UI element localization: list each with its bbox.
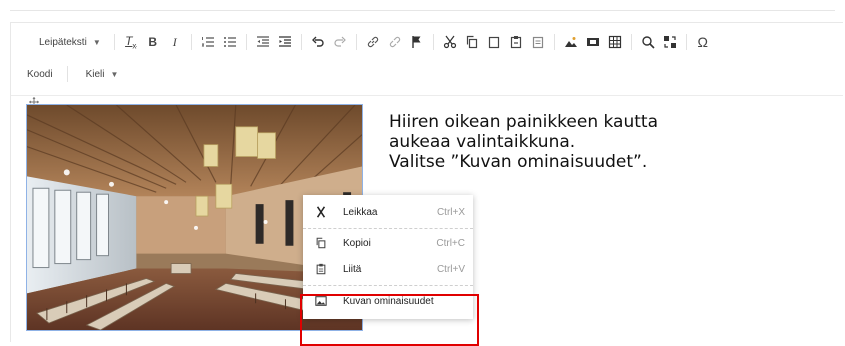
paste-icon bbox=[488, 36, 499, 49]
link-icon bbox=[367, 36, 378, 48]
clear-format-icon: Tx bbox=[125, 33, 137, 51]
insert-table-button[interactable] bbox=[604, 31, 626, 53]
menu-item-shortcut: Ctrl+V bbox=[436, 263, 465, 275]
unlink-button[interactable] bbox=[384, 31, 406, 53]
toolbar-row-1: Leipäteksti ▼ Tx B I Ω bbox=[31, 31, 714, 53]
language-dropdown[interactable]: Kieli ▼ bbox=[78, 69, 127, 80]
italic-button[interactable]: I bbox=[164, 31, 186, 53]
chevron-down-icon: ▼ bbox=[92, 37, 101, 47]
menu-item-shortcut: Ctrl+X bbox=[436, 206, 465, 218]
copy-icon bbox=[466, 35, 477, 49]
table-icon bbox=[608, 35, 621, 49]
toolbar-separator bbox=[66, 66, 68, 82]
menu-item-label: Liitä bbox=[343, 263, 362, 275]
outdent-button[interactable] bbox=[252, 31, 274, 53]
chevron-down-icon: ▼ bbox=[110, 69, 119, 79]
outdent-icon bbox=[256, 36, 269, 47]
clear-format-button[interactable]: Tx bbox=[120, 31, 142, 53]
paste-from-word-button[interactable] bbox=[527, 31, 549, 53]
search-button[interactable] bbox=[637, 31, 659, 53]
special-character-button[interactable]: Ω bbox=[692, 31, 714, 53]
replace-button[interactable] bbox=[659, 31, 681, 53]
numbered-list-button[interactable] bbox=[197, 31, 219, 53]
scissors-icon bbox=[313, 206, 329, 218]
code-label: Koodi bbox=[27, 68, 53, 80]
undo-button[interactable] bbox=[307, 31, 329, 53]
menu-divider bbox=[303, 285, 473, 287]
bold-icon: B bbox=[148, 35, 158, 49]
instruction-line-3: Valitse ”Kuvan ominaisuudet”. bbox=[389, 152, 648, 172]
code-button[interactable]: Koodi bbox=[25, 69, 61, 80]
image-icon bbox=[564, 37, 577, 47]
indent-button[interactable] bbox=[274, 31, 296, 53]
language-dropdown-label: Kieli bbox=[85, 68, 105, 80]
media-icon bbox=[586, 38, 599, 46]
undo-icon bbox=[311, 36, 324, 47]
copy-icon bbox=[313, 237, 329, 249]
toolbar-separator bbox=[113, 34, 115, 50]
toolbar-separator bbox=[630, 34, 632, 50]
paste-word-icon bbox=[532, 36, 543, 49]
copy-button[interactable] bbox=[461, 31, 483, 53]
toolbar-separator bbox=[553, 34, 555, 50]
menu-item-label: Kopioi bbox=[343, 237, 371, 249]
menu-item-copy[interactable]: Kopioi Ctrl+C bbox=[303, 230, 473, 256]
italic-icon: I bbox=[172, 34, 177, 49]
editor-toolbar: Leipäteksti ▼ Tx B I Ω Koodi Kieli ▼ bbox=[11, 23, 843, 95]
redo-icon bbox=[334, 36, 346, 47]
omega-icon: Ω bbox=[697, 34, 708, 50]
toolbar-separator bbox=[300, 34, 302, 50]
replace-icon bbox=[663, 36, 676, 48]
toolbar-separator bbox=[245, 34, 247, 50]
paste-button[interactable] bbox=[483, 31, 505, 53]
menu-item-paste[interactable]: Liitä Ctrl+V bbox=[303, 256, 473, 282]
format-dropdown-label: Leipäteksti bbox=[39, 36, 87, 48]
search-icon bbox=[642, 36, 655, 49]
instruction-line-1: Hiiren oikean painikkeen kautta bbox=[389, 112, 658, 132]
highlight-box bbox=[300, 294, 479, 346]
bold-button[interactable]: B bbox=[142, 31, 164, 53]
toolbar-separator bbox=[355, 34, 357, 50]
menu-item-label: Leikkaa bbox=[343, 206, 378, 218]
insert-media-button[interactable] bbox=[582, 31, 604, 53]
instruction-text: Hiiren oikean painikkeen kautta aukeaa v… bbox=[389, 112, 658, 172]
link-button[interactable] bbox=[362, 31, 384, 53]
toolbar-row-2: Koodi Kieli ▼ bbox=[25, 63, 126, 85]
toolbar-separator bbox=[432, 34, 434, 50]
menu-item-shortcut: Ctrl+C bbox=[436, 237, 465, 249]
insert-image-button[interactable] bbox=[560, 31, 582, 53]
format-dropdown[interactable]: Leipäteksti ▼ bbox=[31, 37, 109, 48]
redo-button[interactable] bbox=[329, 31, 351, 53]
anchor-button[interactable] bbox=[406, 31, 428, 53]
bullet-list-icon bbox=[223, 37, 236, 47]
indent-icon bbox=[278, 36, 291, 47]
paste-text-button[interactable] bbox=[505, 31, 527, 53]
instruction-line-2: aukeaa valintaikkuna. bbox=[389, 132, 576, 152]
menu-item-cut[interactable]: Leikkaa Ctrl+X bbox=[303, 199, 473, 225]
flag-icon bbox=[412, 36, 421, 48]
cut-button[interactable] bbox=[439, 31, 461, 53]
top-rule bbox=[10, 10, 835, 11]
numbered-list-icon bbox=[201, 37, 214, 47]
unlink-icon bbox=[389, 36, 400, 48]
toolbar-separator bbox=[190, 34, 192, 50]
paste-icon bbox=[313, 263, 329, 275]
toolbar-separator bbox=[685, 34, 687, 50]
scissors-icon bbox=[443, 35, 456, 49]
paste-text-icon bbox=[510, 36, 521, 49]
bullet-list-button[interactable] bbox=[219, 31, 241, 53]
